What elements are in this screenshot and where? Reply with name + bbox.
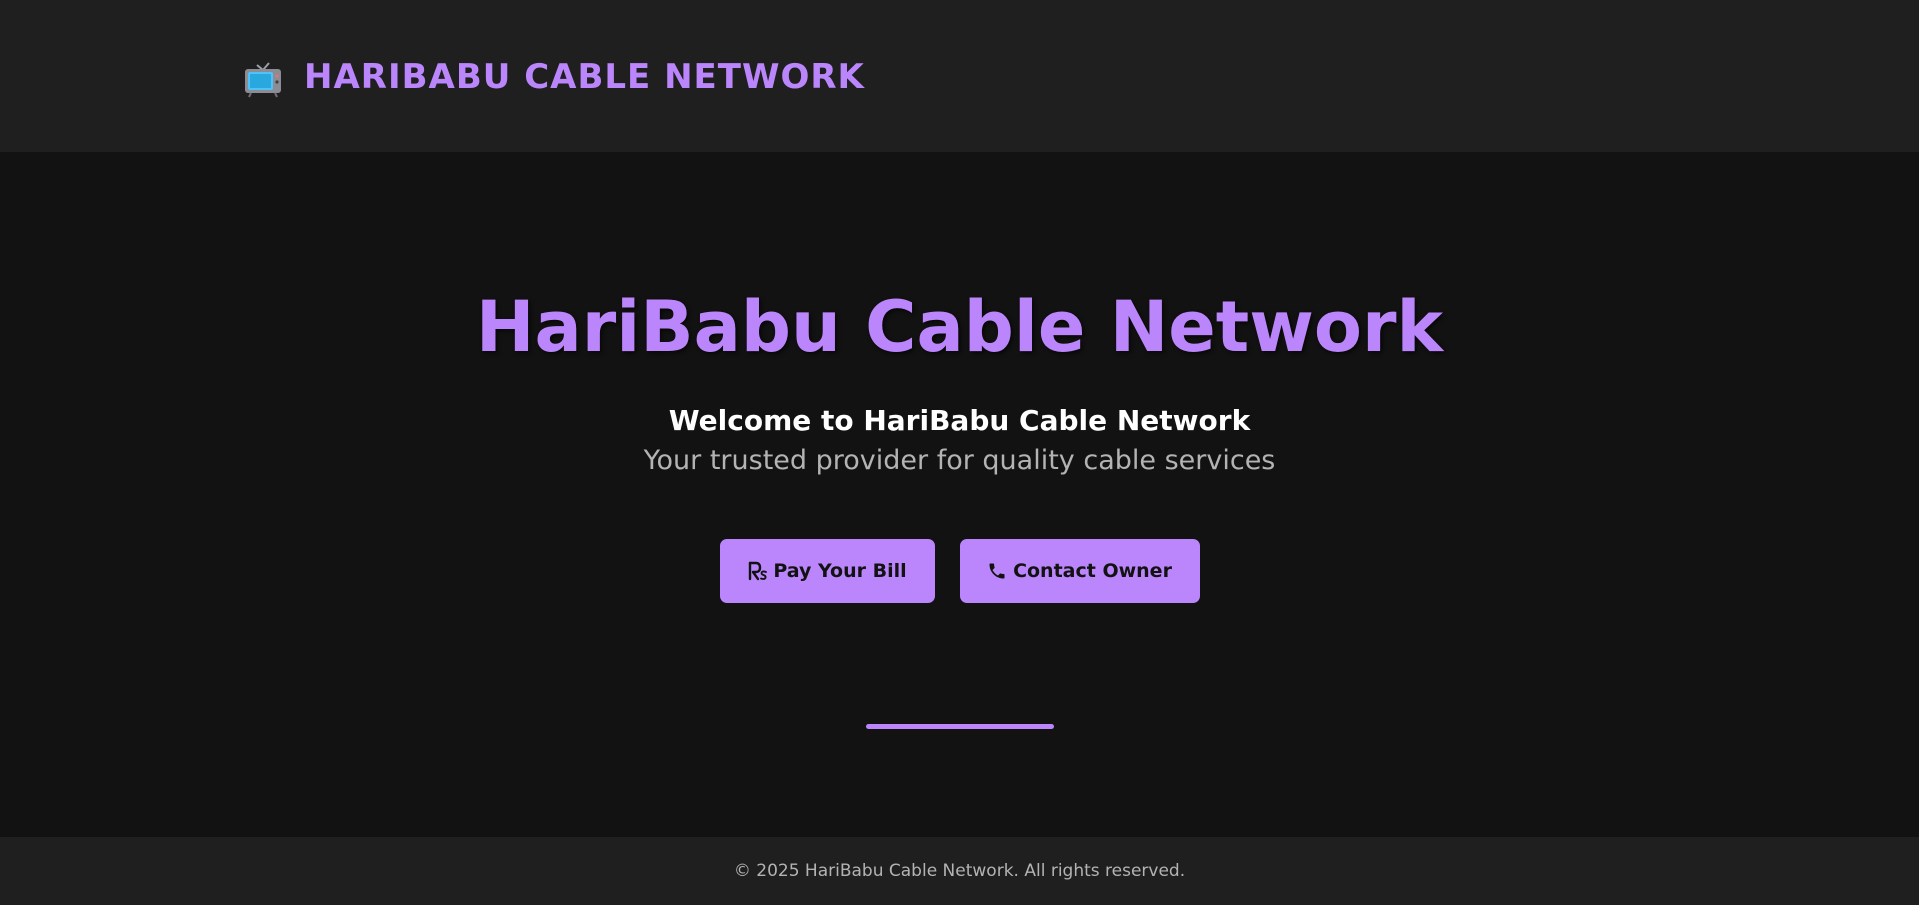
hero-title: HariBabu Cable Network [475, 286, 1444, 368]
hero-section: HariBabu Cable Network Welcome to HariBa… [0, 152, 1919, 837]
site-footer: © 2025 HariBabu Cable Network. All right… [0, 837, 1919, 905]
copyright-text: © 2025 HariBabu Cable Network. All right… [733, 861, 1186, 881]
welcome-heading: Welcome to HariBabu Cable Network [668, 404, 1251, 437]
accent-divider [866, 724, 1054, 729]
brand-name: HARIBABU CABLE NETWORK [304, 57, 865, 97]
tv-icon [242, 56, 284, 98]
contact-owner-button[interactable]: Contact Owner [959, 539, 1200, 603]
site-header: HARIBABU CABLE NETWORK [0, 0, 1919, 152]
pay-bill-label: Pay Your Bill [773, 560, 907, 582]
action-buttons: Pay Your Bill Contact Owner [0, 539, 1919, 603]
pay-bill-button[interactable]: Pay Your Bill [719, 539, 935, 603]
tagline: Your trusted provider for quality cable … [643, 445, 1276, 476]
phone-icon [987, 561, 1007, 581]
brand[interactable]: HARIBABU CABLE NETWORK [242, 50, 865, 104]
contact-owner-label: Contact Owner [1013, 560, 1172, 582]
rupee-icon [747, 561, 768, 581]
